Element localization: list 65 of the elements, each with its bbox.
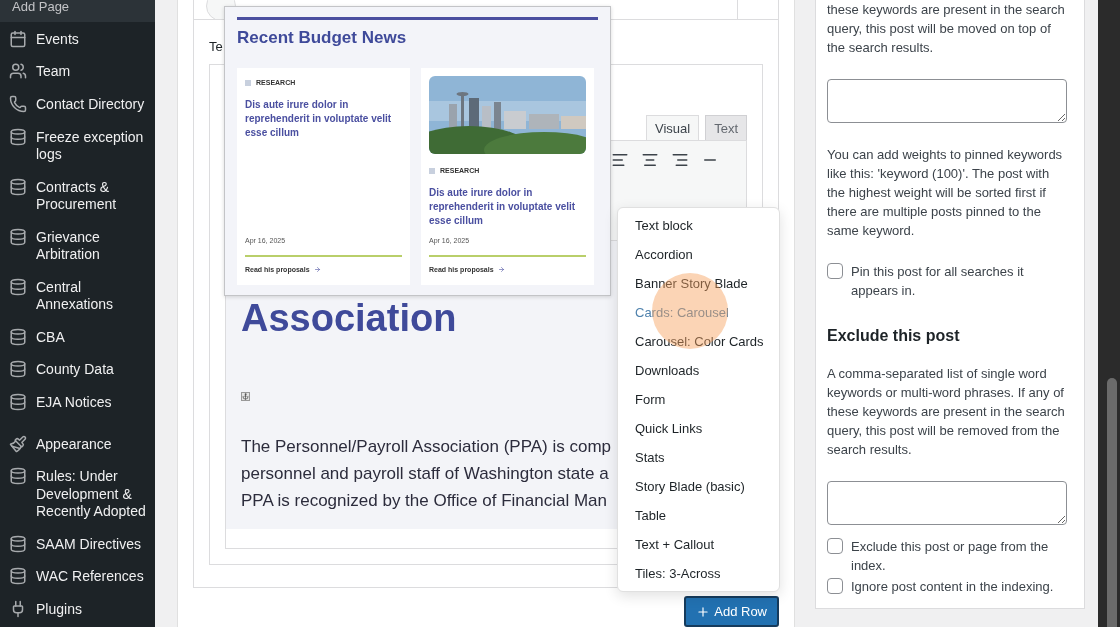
anchor-icon — [241, 392, 250, 401]
paintbrush-icon — [9, 434, 27, 453]
checkbox[interactable] — [827, 538, 843, 554]
card-title: Dis aute irure dolor in reprehenderit in voluptate velit esse cillum — [245, 98, 393, 140]
arrow-icon — [497, 266, 505, 273]
help-text: A comma-separated list of single word keywords or multi-word phrases. If any of these keywords are present in the search query, this post will be removed from the search results. — [827, 365, 1066, 459]
database-icon — [9, 360, 27, 379]
paragraph-line: PPA is recognized by the Office of Financial Man — [241, 490, 607, 512]
sidebar-item[interactable]: SAAM Directives — [0, 527, 155, 561]
plus-icon — [696, 604, 711, 619]
scrollbar[interactable] — [1098, 0, 1120, 627]
content-heading: Association — [241, 296, 457, 340]
help-text: You can add weights to pinned keywords like this: 'keyword (100)'. The post with the highest weight will be sorted first if there are multiple posts pinned to the same keyword. — [827, 146, 1064, 240]
database-icon — [9, 177, 27, 196]
people-icon — [9, 62, 27, 81]
add-row-button[interactable]: Add Row — [684, 596, 779, 627]
sidebar-item[interactable]: County Data — [0, 353, 155, 387]
sidebar-item[interactable]: Team — [0, 55, 155, 89]
database-icon — [9, 327, 27, 346]
sidebar-item[interactable]: Contact Directory — [0, 88, 155, 121]
help-text: these keywords are present in the search query, this post will be moved on top of the search results. — [827, 1, 1066, 57]
sidebar-item[interactable]: Appearance — [0, 427, 155, 461]
database-icon — [9, 534, 27, 553]
editor-tab[interactable]: Text — [705, 115, 747, 140]
paragraph-line: The Personnel/Payroll Association (PPA) is comp — [241, 436, 612, 458]
menu-item[interactable]: Tiles: 3-Across — [618, 559, 779, 588]
database-icon — [9, 127, 27, 146]
sidebar-item[interactable]: Contracts & Procurement — [0, 171, 155, 221]
align-center-icon[interactable] — [641, 151, 659, 169]
sidebar-item[interactable]: Central Annexations — [0, 270, 155, 321]
paragraph-line: personnel and payroll staff of Washington state a — [241, 463, 609, 485]
checkbox[interactable] — [827, 578, 843, 594]
database-icon — [9, 277, 27, 296]
arrow-icon — [313, 266, 321, 273]
section-heading: Exclude this post — [827, 326, 961, 346]
calendar-icon — [9, 29, 27, 48]
sidebar-item[interactable]: Grievance Arbitration — [0, 220, 155, 271]
field-label: Te — [209, 38, 223, 56]
checkbox-label: Exclude this post or page from the index. — [851, 538, 1050, 575]
editor-tab[interactable]: Visual — [645, 115, 700, 140]
tag-icon — [245, 79, 251, 86]
align-left-icon[interactable] — [611, 151, 629, 169]
sidebar-item[interactable]: WAC References — [0, 560, 155, 594]
database-icon — [9, 392, 27, 411]
checkbox[interactable] — [827, 263, 843, 279]
preview-title: Recent Budget News — [237, 27, 407, 49]
card-title: Dis aute irure dolor in reprehenderit in voluptate velit esse cillum — [429, 186, 577, 228]
database-icon — [9, 567, 27, 586]
sidebar-item[interactable]: Freeze exception logs — [0, 121, 155, 171]
database-icon — [9, 467, 27, 486]
tag-icon — [429, 167, 435, 174]
sidebar-item[interactable]: Plugins — [0, 593, 155, 626]
sidebar-item[interactable]: CBA — [0, 320, 155, 354]
phone-icon — [9, 95, 27, 114]
scrollbar-thumb[interactable] — [1107, 378, 1117, 627]
sidebar-item[interactable]: Rules: Under Development & Recently Adopted — [0, 460, 155, 528]
checkbox-label: Pin this post for all searches it appears in. — [851, 263, 1025, 300]
align-right-icon[interactable] — [671, 151, 689, 169]
keywords-field[interactable] — [827, 79, 1067, 123]
submenu-item[interactable]: Add Page — [0, 0, 155, 22]
keywords-field[interactable] — [827, 481, 1067, 525]
database-icon — [9, 227, 27, 246]
sidebar-item[interactable]: Events — [0, 23, 155, 56]
sidebar-item[interactable]: EJA Notices — [0, 386, 155, 419]
checkbox-label: Ignore post content in the indexing. — [851, 578, 1054, 596]
